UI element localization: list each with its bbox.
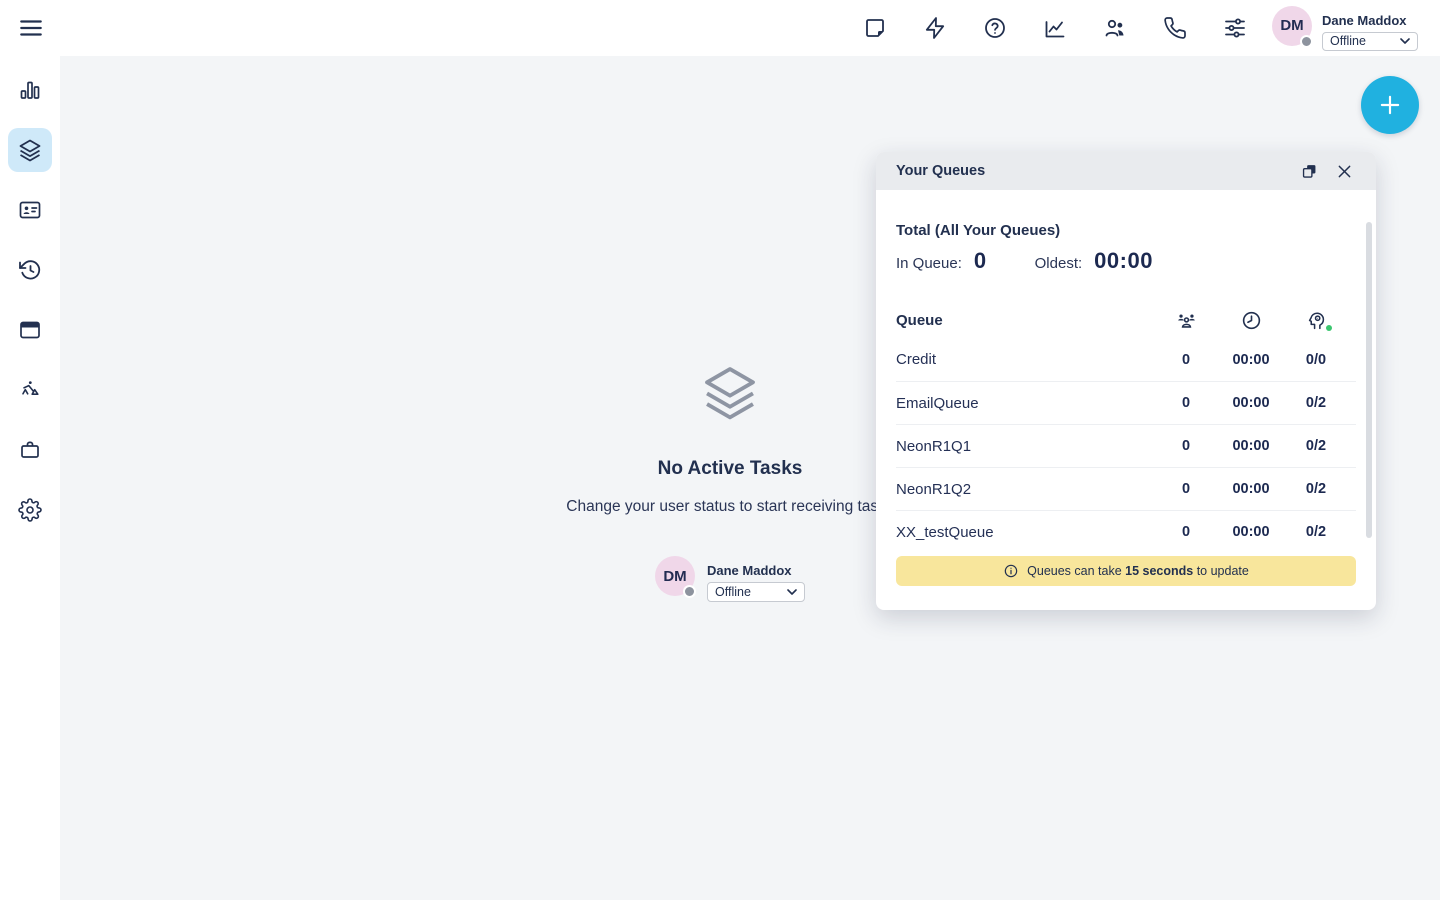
popout-icon[interactable] (1300, 162, 1319, 181)
queue-agents-ratio: 0/2 (1286, 438, 1346, 454)
lightning-icon[interactable] (923, 16, 947, 40)
in-queue-value: 0 (974, 248, 987, 274)
agents-column-header (1286, 309, 1346, 332)
layers-icon (18, 138, 42, 162)
queue-in-queue-count: 0 (1156, 395, 1216, 411)
queue-row[interactable]: XX_testQueue 0 00:00 0/2 (896, 510, 1356, 553)
queue-oldest-time: 00:00 (1221, 524, 1281, 540)
contacts-icon[interactable] (1103, 16, 1127, 40)
status-select[interactable]: Offline (707, 582, 805, 602)
topbar-user-block: DM Dane Maddox Offline (1272, 6, 1418, 51)
queue-in-queue-count: 0 (1156, 352, 1216, 368)
hamburger-menu-icon[interactable] (18, 15, 44, 41)
in-queue-label: In Queue: (896, 255, 962, 272)
queue-row[interactable]: NeonR1Q1 0 00:00 0/2 (896, 424, 1356, 467)
queue-agents-ratio: 0/0 (1286, 352, 1346, 368)
sidebar-item-tasks[interactable] (8, 128, 52, 172)
queue-table-header: Queue (896, 302, 1356, 338)
queue-row[interactable]: NeonR1Q2 0 00:00 0/2 (896, 467, 1356, 510)
status-select[interactable]: Offline (1322, 32, 1418, 51)
queue-oldest-time: 00:00 (1221, 352, 1281, 368)
layers-empty-icon (701, 363, 759, 421)
sidebar-item-work-apps[interactable] (8, 428, 52, 472)
queue-name: Credit (896, 351, 1151, 368)
queue-contacts-icon (1156, 309, 1216, 332)
queue-name: XX_testQueue (896, 524, 1151, 541)
queue-oldest-time: 00:00 (1221, 395, 1281, 411)
queue-oldest-time: 00:00 (1221, 481, 1281, 497)
sidebar-item-builder[interactable] (8, 368, 52, 412)
avatar-initials: DM (1280, 17, 1303, 34)
note-icon[interactable] (863, 16, 887, 40)
topbar-icon-group (863, 16, 1247, 40)
status-select-value: Offline (1330, 34, 1366, 48)
agents-available-dot (1326, 325, 1332, 331)
briefcase-icon (18, 438, 42, 462)
queue-row[interactable]: Credit 0 00:00 0/0 (896, 338, 1356, 381)
browser-window-icon (18, 318, 42, 342)
avatar[interactable]: DM (1272, 6, 1312, 46)
queue-agents-ratio: 0/2 (1286, 524, 1346, 540)
avatar-initials: DM (663, 568, 686, 585)
queue-row[interactable]: EmailQueue 0 00:00 0/2 (896, 381, 1356, 424)
sidebar-item-dashboard[interactable] (8, 68, 52, 112)
info-icon (1003, 563, 1019, 579)
add-task-button[interactable] (1361, 76, 1419, 134)
plus-icon (1377, 92, 1403, 118)
oldest-value: 00:00 (1094, 248, 1153, 274)
queue-name: NeonR1Q1 (896, 438, 1151, 455)
waiting-clock-icon (1221, 309, 1281, 332)
chevron-down-icon (787, 589, 797, 595)
user-name: Dane Maddox (1322, 14, 1418, 28)
close-icon[interactable] (1335, 162, 1354, 181)
contact-card-icon (18, 198, 42, 222)
help-icon[interactable] (983, 16, 1007, 40)
notice-text: Queues can take 15 seconds to update (1027, 564, 1249, 578)
panel-header[interactable]: Your Queues (876, 152, 1376, 190)
queue-oldest-time: 00:00 (1221, 438, 1281, 454)
status-select-value: Offline (715, 585, 751, 599)
top-bar: DM Dane Maddox Offline (0, 0, 1440, 56)
queue-agents-ratio: 0/2 (1286, 395, 1346, 411)
construction-icon (18, 378, 42, 402)
sidebar-item-workspace[interactable] (8, 308, 52, 352)
queue-agents-ratio: 0/2 (1286, 481, 1346, 497)
queue-name: EmailQueue (896, 395, 1151, 412)
totals-row: In Queue: 0 Oldest: 00:00 (896, 248, 1356, 274)
sidebar (0, 56, 60, 900)
panel-scrollbar[interactable] (1366, 222, 1372, 538)
agents-headset-icon (1305, 309, 1328, 332)
total-queues-heading: Total (All Your Queues) (896, 222, 1356, 240)
sliders-icon[interactable] (1223, 16, 1247, 40)
bar-chart-icon (18, 78, 42, 102)
your-queues-panel: Your Queues Total (All Your Queues) In Q… (876, 152, 1376, 610)
user-name: Dane Maddox (707, 564, 805, 578)
sidebar-item-settings[interactable] (8, 488, 52, 532)
phone-icon[interactable] (1163, 16, 1187, 40)
sidebar-item-activity-history[interactable] (8, 248, 52, 292)
panel-title: Your Queues (896, 163, 1300, 179)
history-icon (18, 258, 42, 282)
queue-name: NeonR1Q2 (896, 481, 1151, 498)
chevron-down-icon (1400, 38, 1410, 44)
offline-status-dot (1300, 35, 1313, 48)
oldest-label: Oldest: (1035, 255, 1083, 272)
queue-in-queue-count: 0 (1156, 524, 1216, 540)
analytics-icon[interactable] (1043, 16, 1067, 40)
queue-in-queue-count: 0 (1156, 481, 1216, 497)
offline-status-dot (683, 585, 696, 598)
queue-column-header: Queue (896, 312, 1151, 329)
queue-in-queue-count: 0 (1156, 438, 1216, 454)
avatar: DM (655, 556, 695, 596)
sidebar-item-contacts[interactable] (8, 188, 52, 232)
queues-update-notice: Queues can take 15 seconds to update (896, 556, 1356, 586)
gear-icon (18, 498, 42, 522)
